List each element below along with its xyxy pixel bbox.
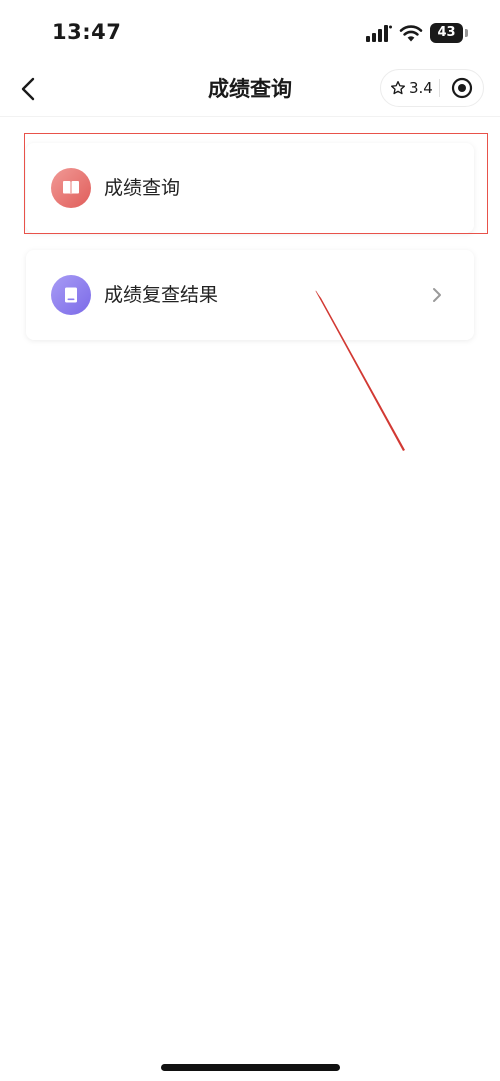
home-indicator[interactable] (161, 1064, 340, 1071)
score-review-icon-badge (51, 275, 91, 315)
nav-bar: 成绩查询 3.4 (0, 62, 500, 116)
score-review-result-label: 成绩复查结果 (104, 284, 219, 306)
nav-divider (0, 116, 500, 117)
status-bar: 13:47 43 (0, 0, 500, 62)
open-book-icon (63, 181, 79, 195)
back-chevron-icon[interactable] (12, 72, 46, 106)
target-icon[interactable] (451, 77, 473, 99)
capsule-divider (439, 79, 440, 97)
rating-value: 3.4 (409, 79, 433, 97)
score-query-card[interactable]: 成绩查询 (26, 143, 474, 233)
mini-program-capsule: 3.4 (380, 69, 484, 107)
star-icon (391, 81, 405, 95)
wifi-icon (399, 25, 423, 42)
battery-tip (465, 29, 468, 37)
page-title: 成绩查询 (208, 77, 292, 101)
status-time: 13:47 (52, 20, 122, 44)
battery-icon: 43 (430, 23, 468, 43)
book-icon (65, 287, 77, 303)
battery-level: 43 (430, 23, 463, 43)
score-review-result-card[interactable]: 成绩复查结果 (26, 250, 474, 340)
chevron-right-icon (433, 288, 441, 302)
score-query-label: 成绩查询 (104, 177, 181, 199)
score-query-icon-badge (51, 168, 91, 208)
rating-button[interactable]: 3.4 (381, 70, 439, 106)
cellular-signal-icon (366, 25, 392, 42)
